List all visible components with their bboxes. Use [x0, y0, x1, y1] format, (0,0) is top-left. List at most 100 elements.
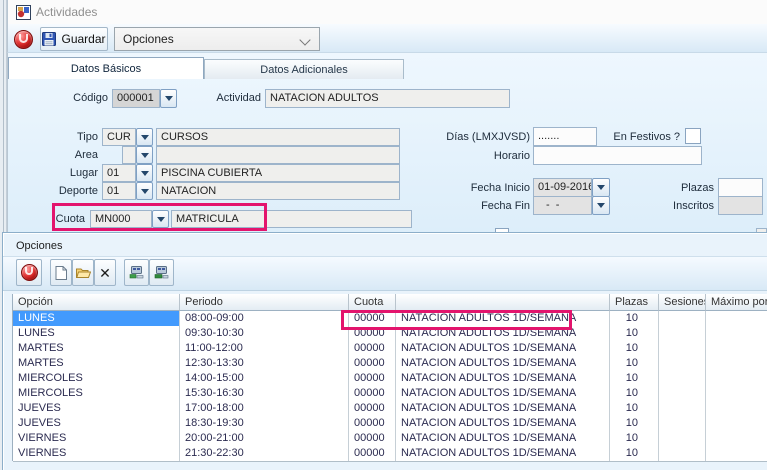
cuota-combo-value[interactable]: MN000 — [90, 210, 152, 228]
actividad-input[interactable]: NATACION ADULTOS — [265, 89, 510, 108]
dias-input[interactable]: ....... — [533, 127, 597, 146]
codigo-combo-value[interactable]: 000001 — [112, 89, 160, 108]
cell-desc[interactable]: NATACION ADULTOS 1D/SEMANA — [396, 416, 610, 431]
cell-desc[interactable]: NATACION ADULTOS 1D/SEMANA — [396, 431, 610, 446]
horario-input[interactable] — [533, 146, 702, 165]
cell-sesiones[interactable] — [659, 446, 706, 461]
tab-datos-basicos[interactable]: Datos Básicos — [8, 57, 204, 79]
area-combo-arrow[interactable] — [136, 146, 153, 164]
tipo-combo-arrow[interactable] — [136, 128, 153, 146]
cell-desc[interactable]: NATACION ADULTOS 1D/SEMANA — [396, 341, 610, 356]
panel-open-button[interactable] — [72, 259, 94, 286]
cell-opcion[interactable]: JUEVES — [13, 401, 180, 416]
codigo-combo-arrow[interactable] — [160, 89, 177, 108]
table-row[interactable]: MARTES12:30-13:3000000NATACION ADULTOS 1… — [13, 356, 767, 371]
cell-cuota[interactable]: 00000 — [349, 371, 396, 386]
cell-sesiones[interactable] — [659, 386, 706, 401]
table-row[interactable]: VIERNES20:00-21:0000000NATACION ADULTOS … — [13, 431, 767, 446]
column-header-maximo[interactable]: Máximo por — [706, 294, 767, 311]
cell-maximo[interactable] — [706, 356, 767, 371]
cell-plazas[interactable]: 10 — [610, 401, 659, 416]
cell-plazas[interactable]: 10 — [610, 326, 659, 341]
column-header-sesiones[interactable]: Sesiones — [659, 294, 706, 311]
cell-sesiones[interactable] — [659, 401, 706, 416]
cell-plazas[interactable]: 10 — [610, 446, 659, 461]
table-row[interactable]: JUEVES18:30-19:3000000NATACION ADULTOS 1… — [13, 416, 767, 431]
cell-periodo[interactable]: 21:30-22:30 — [180, 446, 349, 461]
cell-plazas[interactable]: 10 — [610, 371, 659, 386]
cell-desc[interactable]: NATACION ADULTOS 1D/SEMANA — [396, 356, 610, 371]
cell-periodo[interactable]: 18:30-19:30 — [180, 416, 349, 431]
cell-periodo[interactable]: 15:30-16:30 — [180, 386, 349, 401]
save-button[interactable]: Guardar — [40, 27, 108, 51]
cell-maximo[interactable] — [706, 386, 767, 401]
cell-maximo[interactable] — [706, 371, 767, 386]
cell-cuota[interactable]: 00000 — [349, 446, 396, 461]
panel-new-button[interactable] — [50, 259, 72, 286]
table-row[interactable]: VIERNES21:30-22:3000000NATACION ADULTOS … — [13, 446, 767, 462]
table-row[interactable]: LUNES08:00-09:0000000NATACION ADULTOS 1D… — [13, 311, 767, 326]
cell-maximo[interactable] — [706, 341, 767, 356]
cell-opcion[interactable]: MIERCOLES — [13, 371, 180, 386]
cell-opcion[interactable]: MARTES — [13, 356, 180, 371]
cell-maximo[interactable] — [706, 401, 767, 416]
cell-maximo[interactable] — [706, 416, 767, 431]
cell-plazas[interactable]: 10 — [610, 386, 659, 401]
cell-sesiones[interactable] — [659, 311, 706, 326]
cell-opcion[interactable]: LUNES — [13, 311, 180, 326]
cell-periodo[interactable]: 12:30-13:30 — [180, 356, 349, 371]
cell-sesiones[interactable] — [659, 371, 706, 386]
table-row[interactable]: JUEVES17:00-18:0000000NATACION ADULTOS 1… — [13, 401, 767, 416]
fecha-fin-combo-arrow[interactable] — [592, 196, 610, 215]
cell-opcion[interactable]: JUEVES — [13, 416, 180, 431]
cell-plazas[interactable]: 10 — [610, 431, 659, 446]
column-header-periodo[interactable]: Periodo — [180, 294, 349, 311]
cell-maximo[interactable] — [706, 326, 767, 341]
cell-sesiones[interactable] — [659, 341, 706, 356]
cell-sesiones[interactable] — [659, 416, 706, 431]
cell-opcion[interactable]: MARTES — [13, 341, 180, 356]
column-header-opcion[interactable]: Opción — [13, 294, 180, 311]
cell-opcion[interactable]: MIERCOLES — [13, 386, 180, 401]
cell-periodo[interactable]: 17:00-18:00 — [180, 401, 349, 416]
exit-button[interactable] — [12, 28, 34, 50]
area-combo-value[interactable] — [122, 146, 136, 164]
cuota-combo-arrow[interactable] — [152, 210, 169, 228]
cell-opcion[interactable]: VIERNES — [13, 431, 180, 446]
cell-maximo[interactable] — [706, 311, 767, 326]
cell-desc[interactable]: NATACION ADULTOS 1D/SEMANA — [396, 386, 610, 401]
cell-desc[interactable]: NATACION ADULTOS 1D/SEMANA — [396, 401, 610, 416]
cell-opcion[interactable]: LUNES — [13, 326, 180, 341]
panel-exit-button[interactable] — [16, 259, 42, 286]
cell-periodo[interactable]: 11:00-12:00 — [180, 341, 349, 356]
column-header-desc[interactable] — [396, 294, 610, 311]
cell-cuota[interactable]: 00000 — [349, 431, 396, 446]
cell-cuota[interactable]: 00000 — [349, 311, 396, 326]
cell-opcion[interactable]: VIERNES — [13, 446, 180, 461]
cell-periodo[interactable]: 08:00-09:00 — [180, 311, 349, 326]
cell-desc[interactable]: NATACION ADULTOS 1D/SEMANA — [396, 326, 610, 341]
cell-plazas[interactable]: 10 — [610, 311, 659, 326]
lugar-combo-value[interactable]: 01 — [102, 164, 136, 182]
deporte-combo-arrow[interactable] — [136, 182, 153, 200]
table-row[interactable]: MIERCOLES14:00-15:0000000NATACION ADULTO… — [13, 371, 767, 386]
fecha-inicio-combo-value[interactable]: 01-09-2016 — [533, 178, 592, 197]
cell-plazas[interactable]: 10 — [610, 416, 659, 431]
cell-cuota[interactable]: 00000 — [349, 326, 396, 341]
panel-terminal-button-1[interactable] — [124, 259, 149, 286]
lugar-combo-arrow[interactable] — [136, 164, 153, 182]
plazas-input[interactable] — [718, 178, 763, 197]
cell-desc[interactable]: NATACION ADULTOS 1D/SEMANA — [396, 311, 610, 326]
cell-cuota[interactable]: 00000 — [349, 386, 396, 401]
column-header-plazas[interactable]: Plazas — [610, 294, 659, 311]
options-dropdown[interactable]: Opciones — [114, 27, 320, 51]
cell-periodo[interactable]: 14:00-15:00 — [180, 371, 349, 386]
cell-maximo[interactable] — [706, 446, 767, 461]
tab-datos-adicionales[interactable]: Datos Adicionales — [204, 59, 404, 79]
panel-terminal-button-2[interactable] — [149, 259, 174, 286]
festivos-checkbox[interactable] — [685, 128, 701, 144]
fecha-inicio-combo-arrow[interactable] — [592, 178, 610, 197]
tipo-combo-value[interactable]: CUR — [102, 128, 136, 146]
cell-periodo[interactable]: 20:00-21:00 — [180, 431, 349, 446]
cell-sesiones[interactable] — [659, 356, 706, 371]
